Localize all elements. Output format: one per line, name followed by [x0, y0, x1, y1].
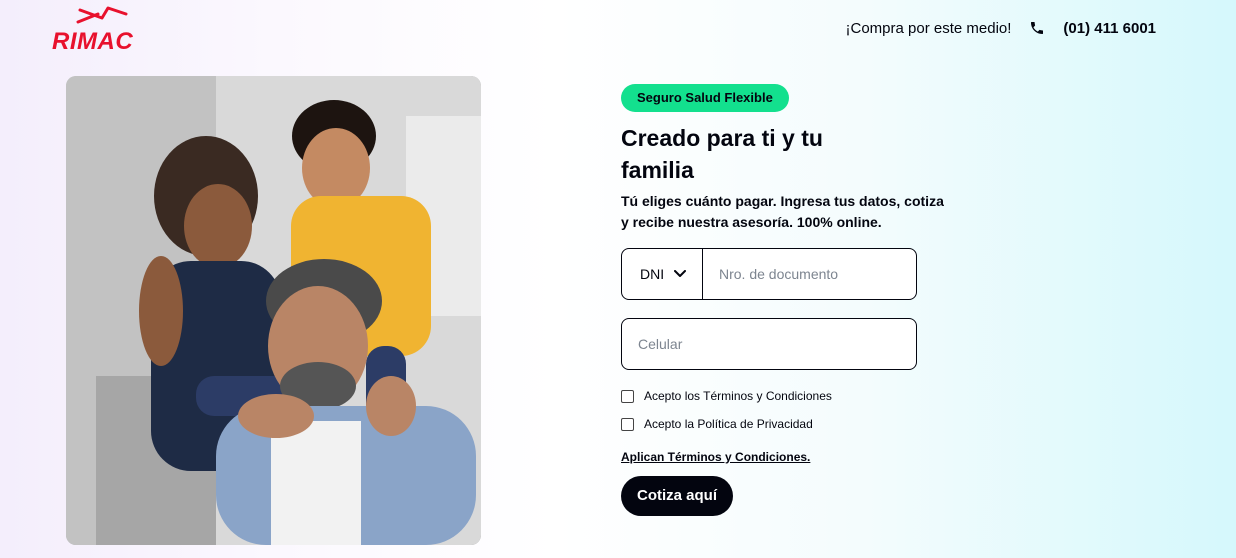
rimac-logo-icon	[76, 6, 128, 24]
quote-button[interactable]: Cotiza aquí	[621, 476, 734, 516]
chevron-down-icon	[674, 270, 686, 278]
privacy-checkbox-row[interactable]: Acepto la Política de Privacidad	[621, 417, 813, 431]
document-field-group: DNI	[621, 248, 917, 300]
phone-icon	[1029, 20, 1045, 36]
page-title: Creado para ti y tu familia	[621, 125, 823, 183]
phone-input[interactable]	[622, 319, 916, 369]
privacy-checkbox[interactable]	[621, 417, 634, 431]
phone-number-link[interactable]: (01) 411 6001	[1063, 20, 1156, 37]
hero-family-photo	[66, 76, 481, 545]
terms-checkbox-label: Acepto los Términos y Condiciones	[644, 389, 832, 403]
phone-field-box	[621, 318, 917, 370]
product-badge: Seguro Salud Flexible	[621, 84, 789, 112]
buy-channel-text: ¡Compra por este medio!	[845, 19, 1012, 37]
document-number-input[interactable]	[703, 249, 916, 299]
document-type-select[interactable]: DNI	[622, 249, 703, 299]
header-contact: ¡Compra por este medio! (01) 411 6001	[846, 18, 1156, 38]
rimac-logo[interactable]: RIMAC	[50, 6, 142, 55]
terms-link[interactable]: Aplican Términos y Condiciones.	[621, 450, 810, 464]
document-type-value: DNI	[640, 266, 665, 282]
page-subtitle: Tú eliges cuánto pagar. Ingresa tus dato…	[621, 193, 944, 230]
family-photo-illustration	[66, 76, 481, 545]
terms-checkbox[interactable]	[621, 389, 634, 403]
rimac-logo-text: RIMAC	[52, 28, 134, 55]
privacy-checkbox-label: Acepto la Política de Privacidad	[644, 417, 813, 431]
terms-checkbox-row[interactable]: Acepto los Términos y Condiciones	[621, 389, 832, 403]
